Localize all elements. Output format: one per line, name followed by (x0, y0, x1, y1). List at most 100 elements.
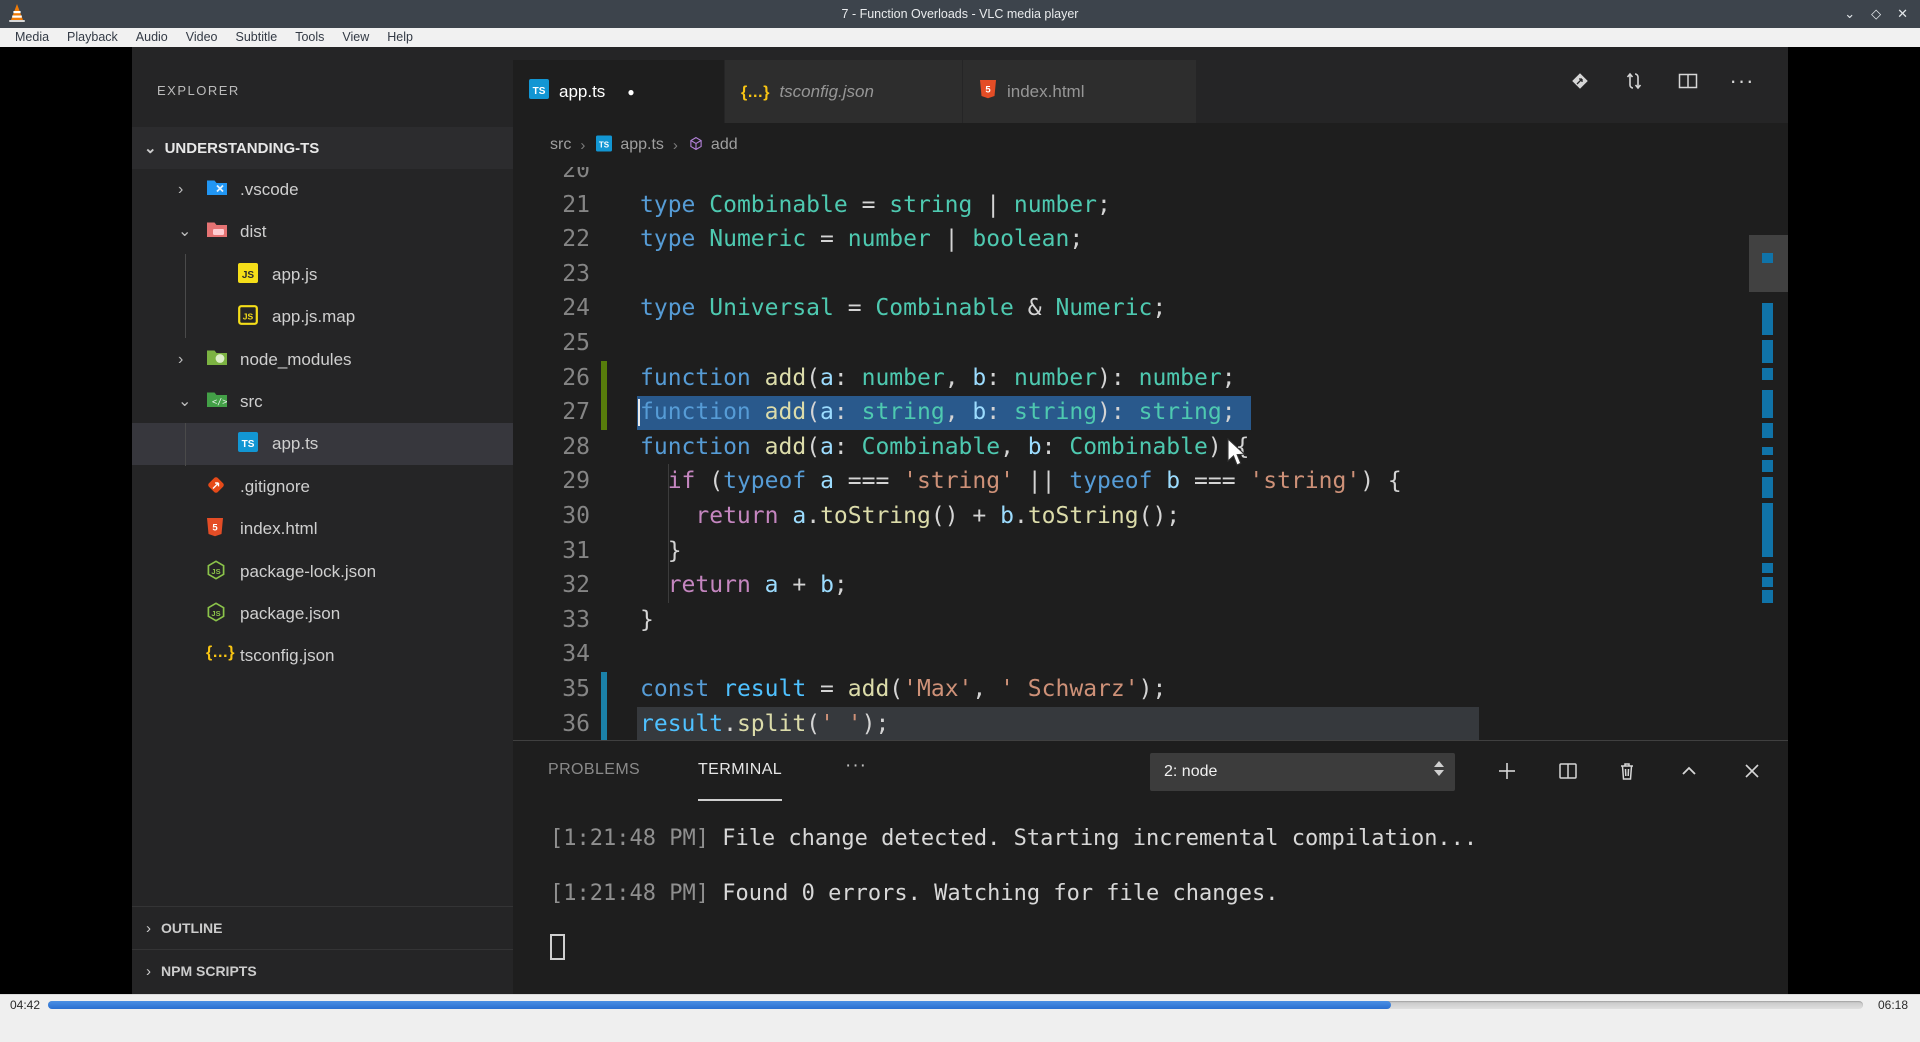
explorer-item-node_modules[interactable]: › node_modules (132, 339, 513, 381)
explorer-item-label: index.html (240, 519, 318, 539)
svg-text:JS: JS (242, 270, 255, 281)
tab-tsconfig.json[interactable]: {…} tsconfig.json (725, 60, 963, 123)
menu-view[interactable]: View (333, 28, 378, 47)
breadcrumb[interactable]: src › TS app.ts › add (513, 123, 1788, 167)
explorer-item-package-lock.json[interactable]: JS package-lock.json (132, 551, 513, 593)
text-caret (638, 399, 640, 427)
code-text: function add(a: number, b: number): numb… (640, 364, 1236, 391)
npm-file-icon: JS (207, 602, 225, 622)
minimize-button[interactable]: ⌄ (1844, 6, 1855, 22)
menu-video[interactable]: Video (177, 28, 227, 47)
svg-text:5: 5 (212, 523, 218, 534)
chevron-down-icon: ⌄ (178, 393, 192, 410)
open-changes-icon[interactable] (1568, 69, 1592, 93)
terminal-panel: PROBLEMS TERMINAL ··· 2: node [1:21:48 PM… (513, 740, 1788, 994)
svg-text:JS: JS (243, 312, 254, 322)
breadcrumb-add[interactable]: add (687, 134, 738, 157)
overview-ruler-mark (1762, 303, 1773, 335)
svg-text:5: 5 (985, 85, 991, 96)
svg-text:TS: TS (533, 86, 546, 97)
tab-label: app.ts (559, 81, 606, 101)
code-line-25: 25 (513, 326, 1788, 361)
panel-tab-problems[interactable]: PROBLEMS (548, 741, 640, 801)
chevron-right-icon: › (178, 350, 184, 368)
panel-more-actions[interactable]: ··· (845, 755, 867, 777)
title-bar[interactable]: 7 - Function Overloads - VLC media playe… (0, 0, 1920, 28)
video-display[interactable]: EXPLORER ⌄ UNDERSTANDING-TS › .vscode ⌄ dis… (132, 47, 1788, 994)
code-line-31: 31 } (513, 534, 1788, 569)
more-actions-icon[interactable]: ··· (1730, 68, 1754, 93)
explorer-item-label: src (240, 392, 263, 411)
line-number: 33 (562, 606, 590, 633)
close-panel-icon[interactable] (1735, 754, 1769, 788)
code-text: } (640, 606, 654, 633)
close-button[interactable]: ✕ (1897, 6, 1908, 22)
breadcrumb-app.ts[interactable]: TS app.ts (594, 133, 664, 158)
svg-text:JS: JS (211, 609, 220, 618)
explorer-item-app.ts[interactable]: TS app.ts (132, 423, 513, 466)
line-number: 21 (562, 191, 590, 218)
chevron-down-icon: ⌄ (144, 140, 157, 157)
explorer-item-index.html[interactable]: 5 index.html (132, 508, 513, 550)
explorer-item-.vscode[interactable]: › .vscode (132, 169, 513, 211)
gutter-added-indicator (601, 395, 607, 431)
ts-file-icon: TS (596, 135, 613, 151)
terminal-select[interactable]: 2: node (1150, 753, 1455, 791)
section-label: NPM SCRIPTS (161, 963, 257, 979)
tab-label: tsconfig.json (779, 81, 874, 101)
dist-folder-icon (207, 222, 227, 238)
scrollbar-thumb[interactable] (1749, 235, 1788, 292)
maximize-button[interactable]: ◇ (1871, 6, 1881, 22)
menu-tools[interactable]: Tools (286, 28, 333, 47)
code-line-24: 24 type Universal = Combinable & Numeric; (513, 291, 1788, 326)
explorer-item-label: dist (240, 222, 267, 242)
explorer-item-tsconfig.json[interactable]: {…} tsconfig.json (132, 635, 513, 677)
breadcrumb-src[interactable]: src (550, 136, 571, 154)
code-text: function add(a: Combinable, b: Combinabl… (640, 433, 1250, 460)
code-text: return a.toString() + b.toString(); (695, 503, 1181, 529)
code-editor[interactable]: 20 21 type Combinable = string | number; 22… (513, 167, 1788, 740)
kill-terminal-icon[interactable] (1610, 754, 1644, 788)
line-number: 35 (562, 676, 590, 702)
svg-text:</>: </> (212, 398, 227, 408)
tab-app.ts[interactable]: TS app.ts ● (513, 60, 725, 123)
overview-ruler-mark (1762, 460, 1773, 472)
explorer-item-app.js[interactable]: JS app.js (132, 254, 513, 296)
menu-playback[interactable]: Playback (58, 28, 127, 47)
gutter-modified-indicator (601, 706, 607, 740)
code-text: function add(a: string, b: string): stri… (640, 399, 1236, 426)
terminal-cursor (550, 934, 565, 960)
section-npm-scripts[interactable]: › NPM SCRIPTS (132, 949, 513, 992)
panel-tab-terminal[interactable]: TERMINAL (698, 741, 783, 801)
explorer-item-src[interactable]: ⌄ </> src (132, 381, 513, 423)
gutter-modified-indicator (601, 672, 607, 707)
gutter-added-indicator (601, 360, 607, 396)
overview-ruler-mark (1762, 390, 1773, 418)
code-text: type Numeric = number | boolean; (640, 226, 1084, 253)
tab-index.html[interactable]: 5 index.html (963, 60, 1197, 123)
controls-row: 101% (0, 1014, 1920, 1042)
menu-help[interactable]: Help (378, 28, 422, 47)
new-terminal-icon[interactable] (1490, 754, 1524, 788)
maximize-panel-icon[interactable] (1672, 754, 1706, 788)
explorer-item-package.json[interactable]: JS package.json (132, 593, 513, 635)
section-outline[interactable]: › OUTLINE (132, 906, 513, 949)
chevron-right-icon: › (146, 962, 151, 980)
code-line-34: 34 (513, 637, 1788, 672)
seek-slider[interactable] (48, 1001, 1863, 1009)
menu-audio[interactable]: Audio (127, 28, 177, 47)
code-line-29: 29 if (typeof a === 'string' || typeof b… (513, 464, 1788, 499)
explorer-item-app.js.map[interactable]: JS app.js.map (132, 296, 513, 338)
explorer-root-folder[interactable]: ⌄ UNDERSTANDING-TS (132, 127, 513, 169)
split-terminal-icon[interactable] (1551, 754, 1585, 788)
explorer-item-.gitignore[interactable]: .gitignore (132, 466, 513, 508)
synchronize-changes-icon[interactable] (1622, 69, 1646, 93)
seek-progress (48, 1001, 1392, 1009)
select-arrows-icon (1434, 761, 1444, 776)
menu-subtitle[interactable]: Subtitle (227, 28, 287, 47)
line-number: 22 (562, 226, 590, 253)
split-editor-icon[interactable] (1676, 69, 1700, 93)
explorer-item-dist[interactable]: ⌄ dist (132, 211, 513, 253)
src-folder-icon: </> (207, 392, 227, 408)
menu-media[interactable]: Media (6, 28, 58, 47)
